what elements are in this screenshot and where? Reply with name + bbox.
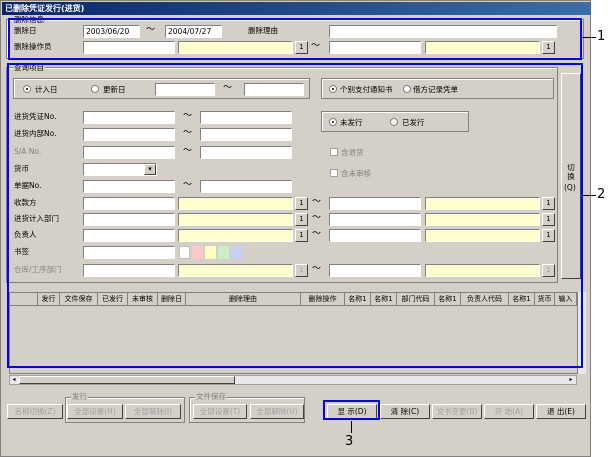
highlight-display-button bbox=[323, 400, 380, 420]
exit-button[interactable]: 退 出(E) bbox=[536, 404, 586, 419]
scroll-thumb[interactable] bbox=[19, 376, 235, 384]
issue-select-all-button[interactable]: 全部设置(H) bbox=[67, 404, 123, 419]
callout-1-line bbox=[582, 37, 596, 38]
issue-group-title: 发行 bbox=[71, 392, 88, 401]
window-title: 已删除凭证发行(进货) bbox=[2, 2, 591, 15]
scroll-left-arrow[interactable]: ◂ bbox=[10, 376, 18, 384]
callout-2: 2 bbox=[597, 187, 606, 202]
callout-3: 3 bbox=[345, 434, 354, 449]
file-select-all-button[interactable]: 全部设置(T) bbox=[193, 404, 247, 419]
callout-3-line bbox=[351, 421, 352, 433]
name-switch-button[interactable]: 名称切换(Z) bbox=[7, 404, 63, 419]
text-change-button[interactable]: 文书变更(B) bbox=[432, 404, 482, 419]
callout-2-line bbox=[583, 195, 596, 196]
start-button[interactable]: 开 始(A) bbox=[484, 404, 534, 419]
highlight-query-area bbox=[7, 63, 583, 368]
scroll-right-arrow[interactable]: ▸ bbox=[567, 376, 575, 384]
file-group-title: 文件保存 bbox=[195, 392, 227, 401]
issue-clear-all-button[interactable]: 全部解除(I) bbox=[125, 404, 181, 419]
callout-1: 1 bbox=[597, 29, 606, 44]
file-clear-all-button[interactable]: 全部解除(U) bbox=[250, 404, 304, 419]
highlight-delete-info bbox=[8, 18, 582, 60]
clear-button[interactable]: 清 除(C) bbox=[380, 404, 430, 419]
